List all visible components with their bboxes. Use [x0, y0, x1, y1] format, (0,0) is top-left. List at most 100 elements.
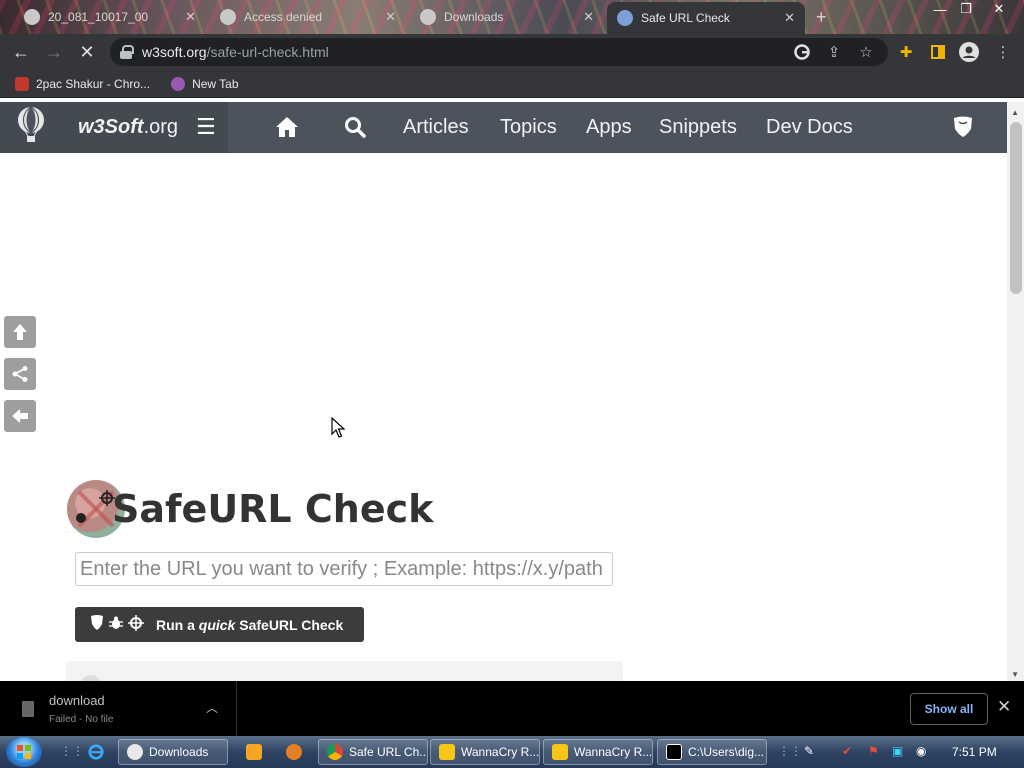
crosshair-icon: [128, 615, 144, 634]
bookmark-item[interactable]: 2pac Shakur - Chro...: [15, 76, 150, 91]
browser-toolbar: ← → ✕ w3soft.org /safe-url-check.html ⇪ …: [0, 34, 1024, 70]
download-file-name: download: [49, 693, 105, 708]
home-icon[interactable]: [274, 114, 300, 140]
back-arrow-icon[interactable]: ←: [9, 40, 33, 64]
tab-favicon-icon: [420, 9, 436, 25]
show-all-button[interactable]: Show all: [910, 693, 988, 725]
taskbar-app-label: Downloads: [149, 745, 209, 759]
browser-tab-strip: 20_081_10017_00 ✕ Access denied ✕ Downlo…: [0, 0, 1024, 34]
taskbar-app-chrome[interactable]: Safe URL Ch...: [318, 739, 428, 765]
site-header: w3Soft.org ☰ Articles Topics Apps Snippe…: [0, 102, 1007, 153]
address-path: /safe-url-check.html: [206, 44, 329, 60]
results-panel: [66, 661, 623, 681]
site-logo-area: w3Soft.org ☰: [0, 102, 228, 153]
shield-icon[interactable]: [950, 114, 976, 140]
windows-taskbar: ⋮⋮ Downloads Safe URL Ch... WannaCry R..…: [0, 736, 1024, 768]
taskbar-app-wannacry-1[interactable]: WannaCry R...: [430, 739, 540, 765]
minimize-button[interactable]: —: [926, 0, 954, 18]
taskbar-app-wannacry-2[interactable]: WannaCry R...: [543, 739, 653, 765]
search-icon[interactable]: [342, 114, 368, 140]
taskbar-media-icon[interactable]: [242, 739, 266, 765]
tray-notepad-icon[interactable]: ✎: [804, 744, 814, 758]
run-button-emph: quick: [198, 616, 236, 633]
kebab-menu-icon[interactable]: ⋮: [993, 42, 1013, 62]
nav-articles[interactable]: Articles: [403, 116, 469, 139]
scroll-up-arrow-icon[interactable]: ▲: [1011, 108, 1019, 117]
taskbar-paint-icon[interactable]: [282, 739, 306, 765]
app-icon: [439, 744, 455, 760]
address-bar[interactable]: w3soft.org /safe-url-check.html: [110, 38, 888, 66]
share-button[interactable]: [4, 358, 36, 390]
button-icons: [90, 615, 144, 634]
page-scrollbar[interactable]: ▲ ▼: [1007, 102, 1024, 681]
nav-snippets[interactable]: Snippets: [659, 116, 737, 139]
share-icon[interactable]: ⇪: [824, 42, 844, 62]
windows-logo-icon: [17, 745, 31, 759]
url-input[interactable]: [75, 552, 613, 586]
nav-apps[interactable]: Apps: [586, 116, 632, 139]
taskbar-app-7zip[interactable]: C:\Users\dig...: [657, 739, 767, 765]
mouse-pointer-icon: [331, 417, 345, 438]
bookmark-item[interactable]: New Tab: [171, 76, 239, 91]
app-icon: [552, 744, 568, 760]
bookmark-favicon-icon: [15, 76, 29, 91]
tab-favicon-icon: [24, 9, 40, 25]
tab-3[interactable]: Downloads ✕: [410, 2, 604, 32]
system-clock[interactable]: 7:51 PM: [952, 745, 997, 759]
tab-1[interactable]: 20_081_10017_00 ✕: [14, 2, 206, 32]
bookmark-label: New Tab: [192, 76, 239, 91]
extensions-puzzle-icon[interactable]: ✚: [896, 42, 916, 62]
arrow-up-icon: [13, 324, 27, 340]
side-panel-icon[interactable]: [928, 42, 948, 62]
tab-close-icon[interactable]: ✕: [185, 9, 196, 25]
taskbar-grip-icon: ⋮⋮: [778, 744, 802, 758]
chevron-up-icon[interactable]: ︿: [206, 699, 218, 716]
stop-loading-icon[interactable]: ✕: [75, 40, 99, 64]
taskbar-app-label: WannaCry R...: [461, 745, 540, 759]
taskbar-app-downloads[interactable]: Downloads: [118, 739, 228, 765]
scroll-down-arrow-icon[interactable]: ▼: [1011, 670, 1019, 679]
site-brand[interactable]: w3Soft.org: [78, 116, 178, 139]
tray-checkmark-icon[interactable]: ✔: [842, 744, 852, 758]
window-close-button[interactable]: ✕: [985, 0, 1013, 18]
go-back-button[interactable]: [4, 400, 36, 432]
bookmark-star-icon[interactable]: ☆: [856, 42, 876, 62]
tray-volume-icon[interactable]: ◉: [916, 744, 926, 758]
tray-flag-icon[interactable]: ⚑: [868, 744, 879, 758]
new-tab-button[interactable]: +: [816, 7, 827, 28]
google-lens-icon[interactable]: [792, 42, 812, 62]
7zip-icon: [666, 744, 682, 760]
taskbar-app-label: Safe URL Ch...: [349, 745, 428, 759]
restore-button[interactable]: ❐: [952, 0, 980, 18]
profile-avatar-icon[interactable]: [959, 42, 979, 62]
hamburger-menu-icon[interactable]: ☰: [196, 116, 216, 138]
page-viewport: w3Soft.org ☰ Articles Topics Apps Snippe…: [0, 98, 1024, 681]
scroll-to-top-button[interactable]: [4, 316, 36, 348]
tab-label: 20_081_10017_00: [48, 10, 149, 24]
tab-safe-url-check[interactable]: Safe URL Check ✕: [607, 2, 805, 34]
tab-label: Safe URL Check: [641, 11, 730, 25]
lock-icon[interactable]: [120, 45, 134, 59]
run-button-label: Run a quick SafeURL Check: [156, 617, 343, 633]
tab-close-icon[interactable]: ✕: [583, 9, 594, 25]
close-shelf-icon[interactable]: ✕: [997, 697, 1011, 717]
download-status: Failed - No file: [49, 714, 114, 725]
tab-favicon-icon: [617, 10, 633, 26]
tab-2[interactable]: Access denied ✕: [210, 2, 406, 32]
taskbar-ie-icon[interactable]: [84, 739, 108, 765]
scrollbar-thumb[interactable]: [1010, 122, 1022, 294]
share-nodes-icon: [12, 366, 28, 382]
tab-close-icon[interactable]: ✕: [784, 10, 795, 26]
shield-icon: [90, 615, 104, 634]
tray-monitor-icon[interactable]: ▣: [892, 744, 903, 758]
forward-arrow-icon[interactable]: →: [42, 40, 66, 64]
nav-dev-docs[interactable]: Dev Docs: [766, 116, 853, 139]
hot-air-balloon-icon[interactable]: [16, 107, 46, 143]
start-button[interactable]: [6, 737, 42, 767]
run-button-post: SafeURL Check: [235, 616, 344, 633]
run-safeurl-check-button[interactable]: Run a quick SafeURL Check: [75, 607, 364, 642]
download-item[interactable]: download Failed - No file ︿: [0, 681, 237, 736]
nav-topics[interactable]: Topics: [500, 116, 557, 139]
tab-label: Access denied: [244, 10, 323, 24]
tab-close-icon[interactable]: ✕: [385, 9, 396, 25]
